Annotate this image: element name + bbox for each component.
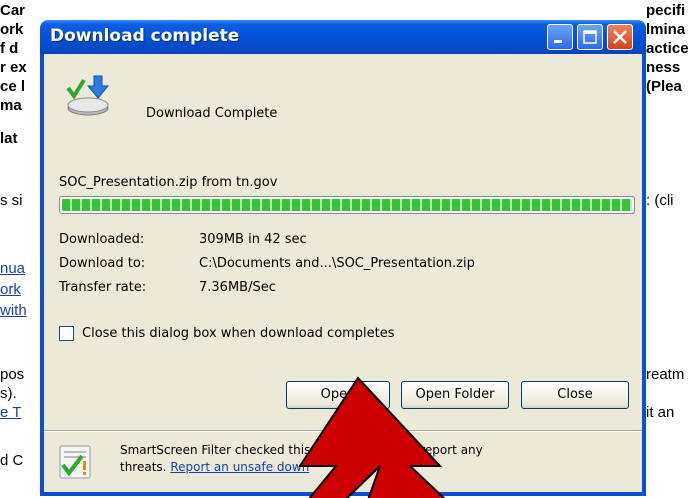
close-on-complete-checkbox[interactable]	[59, 326, 74, 341]
close-icon	[613, 30, 627, 44]
download-source: SOC_Presentation.zip from tn.gov	[59, 175, 278, 190]
minimize-icon	[554, 40, 562, 43]
title-bar[interactable]: Download complete	[40, 20, 646, 54]
download-complete-icon	[66, 75, 110, 116]
background-text: (Plea	[646, 78, 682, 95]
dialog-body: Download Complete SOC_Presentation.zip f…	[44, 54, 642, 492]
download-to-value: C:\Documents and...\SOC_Presentation.zip	[199, 256, 475, 271]
background-text[interactable]: with	[0, 302, 27, 319]
background-text: pecifi	[646, 2, 686, 19]
background-text: lat	[0, 130, 18, 147]
separator	[44, 430, 642, 432]
background-text[interactable]: ork	[0, 281, 21, 298]
close-on-complete-label[interactable]: Close this dialog box when download comp…	[82, 326, 395, 341]
background-text: ness	[646, 59, 681, 76]
downloaded-value: 309MB in 42 sec	[199, 232, 307, 247]
open-folder-button[interactable]: Open Folder	[401, 381, 509, 409]
minimize-button[interactable]	[547, 24, 573, 50]
background-text: s).	[0, 385, 17, 402]
background-text: ork	[0, 21, 24, 38]
background-text: reatm	[646, 366, 685, 383]
background-text: f d	[0, 40, 19, 57]
maximize-icon	[583, 30, 597, 44]
transfer-rate-value: 7.36MB/Sec	[199, 280, 276, 295]
background-text[interactable]: nua	[0, 260, 25, 277]
smartscreen-line2: threats.	[120, 460, 167, 474]
download-message: Download Complete	[146, 106, 278, 121]
dialog-title: Download complete	[50, 26, 240, 46]
background-text: ma	[0, 97, 22, 114]
close-window-button[interactable]	[607, 24, 633, 50]
progress-bar	[59, 196, 635, 214]
background-text: pos	[0, 366, 25, 383]
open-button[interactable]: Open	[286, 381, 390, 409]
close-button[interactable]: Close	[521, 381, 629, 409]
smartscreen-text: SmartScreen Filter checked this and did …	[120, 442, 483, 476]
download-to-label: Download to:	[59, 256, 146, 271]
background-text: ce l	[0, 78, 26, 95]
background-text: Car	[0, 2, 26, 19]
background-text: r ex	[0, 59, 27, 76]
background-text: lmina	[646, 21, 686, 38]
smartscreen-line1-b: and did not report any	[347, 443, 483, 457]
transfer-rate-label: Transfer rate:	[59, 280, 147, 295]
background-text: it an	[646, 404, 675, 421]
downloaded-label: Downloaded:	[59, 232, 145, 247]
progress-fill	[62, 199, 632, 211]
smartscreen-shield-icon	[59, 445, 91, 479]
maximize-button[interactable]	[577, 24, 603, 50]
background-text[interactable]: e T	[0, 404, 21, 421]
background-text: s si	[0, 192, 23, 209]
report-unsafe-link[interactable]: Report an unsafe down	[170, 460, 309, 474]
background-text: d C	[0, 452, 24, 469]
smartscreen-line1-a: SmartScreen Filter checked this	[120, 443, 311, 457]
background-text: actice	[646, 40, 689, 57]
download-complete-dialog: Download complete Download Complete SOC_…	[40, 20, 646, 496]
background-text: : (cli	[646, 192, 674, 209]
dialog-frame: Download Complete SOC_Presentation.zip f…	[40, 54, 646, 496]
